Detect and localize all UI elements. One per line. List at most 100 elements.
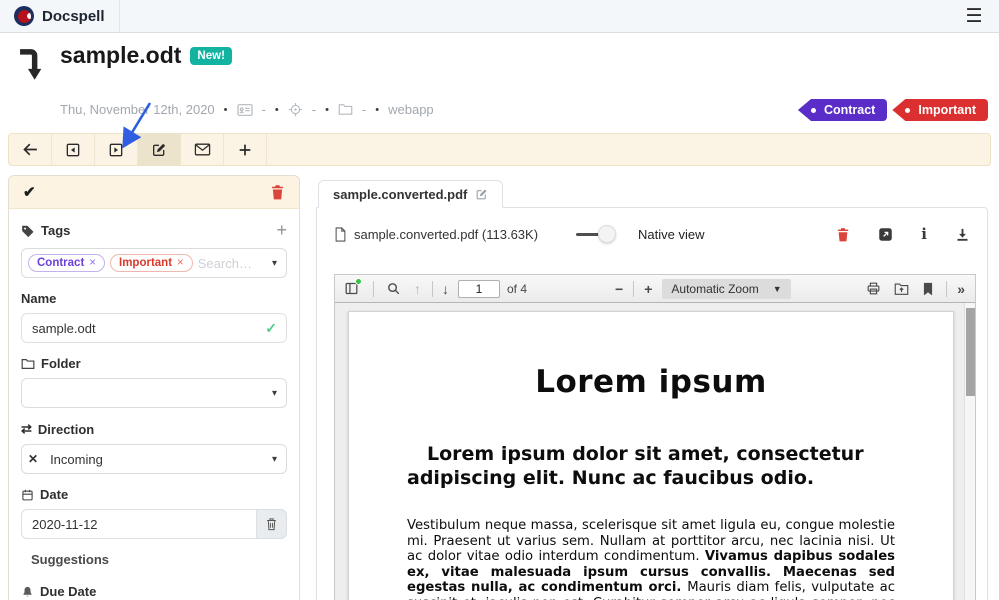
edit-panel-header: ✔ xyxy=(9,176,299,209)
delete-attachment-icon[interactable] xyxy=(836,227,850,242)
suggestions-heading: Suggestions xyxy=(31,552,287,567)
open-file-icon[interactable] xyxy=(894,282,909,296)
chevron-down-icon: ▼ xyxy=(773,284,782,294)
pdf-scrollbar-thumb[interactable] xyxy=(966,308,975,396)
pdf-viewer: ↑ ↓ of 4 − + Automatic Zoom ▼ xyxy=(334,274,976,600)
edit-item-button[interactable] xyxy=(138,134,181,165)
date-input[interactable] xyxy=(32,517,246,532)
clear-direction-icon[interactable]: ✕ xyxy=(28,452,38,466)
chevron-down-icon[interactable]: ▾ xyxy=(272,454,277,465)
level-down-icon xyxy=(14,44,48,84)
tag-search-input[interactable] xyxy=(198,256,264,271)
brand[interactable]: Docspell xyxy=(0,0,120,32)
crosshair-icon xyxy=(288,102,303,117)
folder-value: - xyxy=(362,102,366,117)
pdf-scroll-area[interactable]: Lorem ipsum Lorem ipsum dolor sit amet, … xyxy=(335,303,975,600)
tags-multiselect[interactable]: Contract× Important× ▾ xyxy=(21,248,287,278)
page-down-icon[interactable]: ↓ xyxy=(442,281,449,297)
name-input[interactable] xyxy=(32,321,258,336)
page-count-label: of 4 xyxy=(507,282,527,296)
hamburger-menu-icon[interactable]: ☰ xyxy=(959,5,989,28)
brand-name: Docspell xyxy=(42,8,105,25)
edit-metadata-panel: ✔ Tags + Contract× Important× ▾ xyxy=(8,175,300,600)
zoom-select-value: Automatic Zoom xyxy=(671,282,758,296)
folder-field-label: Folder xyxy=(21,356,287,371)
new-badge: New! xyxy=(190,47,231,65)
folder-select[interactable]: ▾ xyxy=(21,378,287,408)
bullet-separator: • xyxy=(325,104,329,116)
mail-item-button[interactable] xyxy=(181,134,224,165)
pdf-page: Lorem ipsum Lorem ipsum dolor sit amet, … xyxy=(348,311,954,600)
edit-name-icon[interactable] xyxy=(475,188,488,201)
source-value: webapp xyxy=(388,102,434,117)
due-date-field-label: Due Date xyxy=(21,584,287,599)
direction-value: Incoming xyxy=(50,452,103,467)
concerning-value: - xyxy=(312,102,316,117)
tags-field-label: Tags + xyxy=(21,220,287,241)
chevron-down-icon[interactable]: ▾ xyxy=(272,258,277,269)
pdf-doc-paragraph: Vestibulum neque massa, scelerisque sit … xyxy=(407,518,895,600)
saved-check-icon: ✓ xyxy=(265,320,277,337)
attachment-panel: sample.converted.pdf (113.63K) Native vi… xyxy=(316,207,988,600)
item-title: sample.odt xyxy=(60,42,181,69)
add-files-button[interactable] xyxy=(224,134,267,165)
tag-ribbon-contract[interactable]: Contract xyxy=(798,99,887,121)
bookmark-icon[interactable] xyxy=(922,282,934,296)
bullet-separator: • xyxy=(275,104,279,116)
native-view-toggle[interactable] xyxy=(576,225,622,243)
bullet-separator: • xyxy=(375,104,379,116)
name-field-label: Name xyxy=(21,291,287,306)
item-action-toolbar xyxy=(8,133,991,166)
attachment-tab[interactable]: sample.converted.pdf xyxy=(318,180,503,208)
attachment-file-row: sample.converted.pdf (113.63K) Native vi… xyxy=(317,208,987,260)
name-input-wrap: ✓ xyxy=(21,313,287,343)
folder-icon xyxy=(338,103,353,116)
sidebar-toggle-icon[interactable] xyxy=(344,281,359,296)
info-icon[interactable]: i xyxy=(921,225,927,243)
tag-chip-contract[interactable]: Contract× xyxy=(28,254,105,272)
open-external-icon[interactable] xyxy=(878,227,893,242)
download-icon[interactable] xyxy=(955,227,970,242)
pdf-scrollbar[interactable] xyxy=(964,303,975,600)
attachment-tab-label: sample.converted.pdf xyxy=(333,187,467,202)
page-number-input[interactable] xyxy=(458,280,500,298)
tag-ribbon-important[interactable]: Important xyxy=(892,99,988,121)
remove-tag-icon[interactable]: × xyxy=(177,257,184,269)
print-icon[interactable] xyxy=(866,281,881,296)
pdf-toolbar: ↑ ↓ of 4 − + Automatic Zoom ▼ xyxy=(335,275,975,303)
pdf-doc-subtitle: Lorem ipsum dolor sit amet, consectetur … xyxy=(407,442,895,490)
date-field-label: Date xyxy=(21,487,287,502)
search-icon[interactable] xyxy=(386,281,401,296)
pdf-doc-title: Lorem ipsum xyxy=(349,364,953,400)
native-view-label: Native view xyxy=(638,227,704,242)
address-card-icon xyxy=(237,103,253,117)
zoom-out-icon[interactable]: − xyxy=(615,281,623,297)
zoom-in-icon[interactable]: + xyxy=(644,281,652,297)
correspondent-value: - xyxy=(262,102,266,117)
add-tag-icon[interactable]: + xyxy=(276,220,287,241)
zoom-select[interactable]: Automatic Zoom ▼ xyxy=(662,279,790,299)
file-icon xyxy=(334,227,347,242)
page-up-icon[interactable]: ↑ xyxy=(414,281,421,297)
attachment-file-label: sample.converted.pdf (113.63K) xyxy=(354,227,538,242)
more-tools-icon[interactable]: » xyxy=(957,281,965,297)
tag-chip-important[interactable]: Important× xyxy=(110,254,193,272)
back-button[interactable] xyxy=(9,134,52,165)
docspell-app: Docspell ☰ sample.odt New! Thu, November… xyxy=(0,0,999,600)
confirm-check-icon[interactable]: ✔ xyxy=(23,183,36,201)
bullet-separator: • xyxy=(224,104,228,116)
docspell-logo-icon xyxy=(14,6,34,26)
chevron-down-icon[interactable]: ▾ xyxy=(272,388,277,399)
clear-date-button[interactable] xyxy=(257,509,287,539)
date-input-group xyxy=(21,509,287,539)
item-date: Thu, November 12th, 2020 xyxy=(60,102,215,117)
direction-select[interactable]: ✕ Incoming ▾ xyxy=(21,444,287,474)
top-navbar: Docspell ☰ xyxy=(0,0,999,33)
direction-field-label: ⇄ Direction xyxy=(21,421,287,437)
next-item-button[interactable] xyxy=(95,134,138,165)
remove-tag-icon[interactable]: × xyxy=(89,257,96,269)
prev-item-button[interactable] xyxy=(52,134,95,165)
item-meta-row: Thu, November 12th, 2020 • - • - • xyxy=(60,102,434,117)
delete-item-icon[interactable] xyxy=(270,184,285,200)
tag-ribbons: Contract Important xyxy=(798,99,988,121)
